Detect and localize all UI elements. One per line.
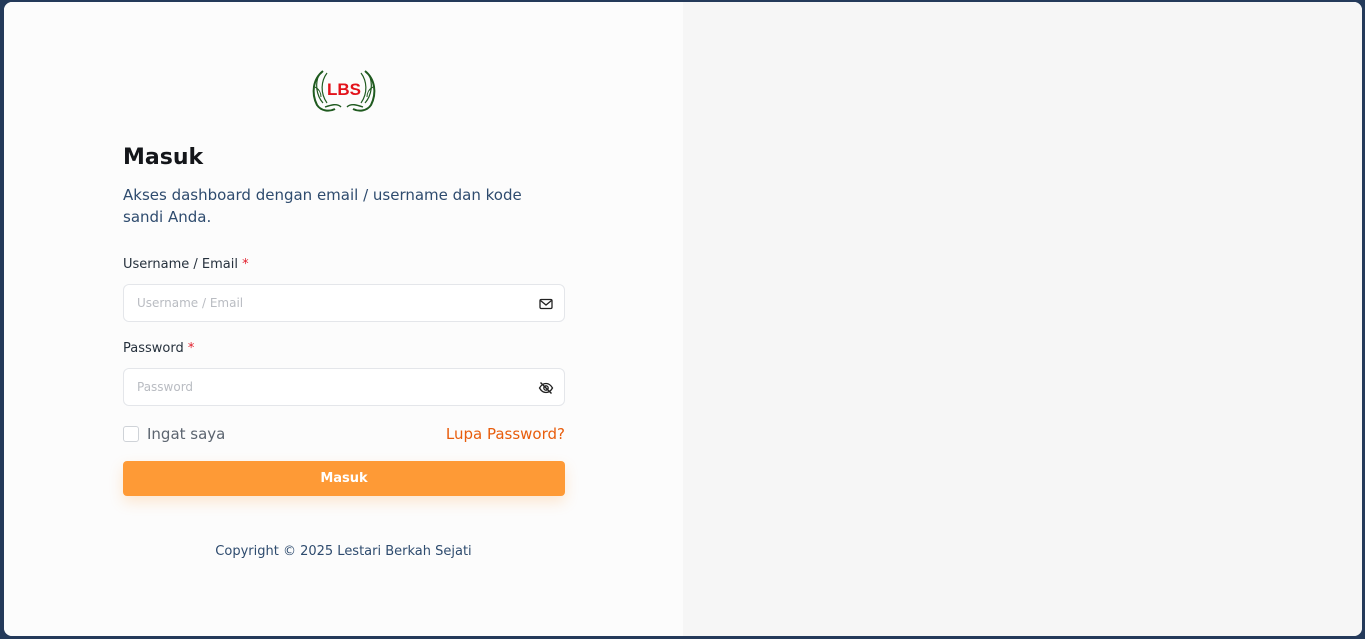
required-mark: *	[242, 257, 249, 272]
page-title: Masuk	[123, 145, 204, 170]
mail-icon	[539, 298, 553, 310]
illustration-panel	[683, 2, 1362, 636]
required-mark: *	[187, 341, 195, 356]
page-subtitle: Akses dashboard dengan email / username …	[123, 186, 522, 226]
svg-text:LBS: LBS	[327, 80, 361, 99]
username-input[interactable]	[124, 285, 564, 321]
forgot-password-link[interactable]: Lupa Password?	[446, 425, 565, 443]
password-label: Password *	[123, 340, 565, 358]
remember-me[interactable]: Ingat saya	[123, 425, 225, 443]
login-button[interactable]: Masuk	[123, 461, 565, 496]
login-window: LBS Masuk Akses dashboard dengan email /…	[4, 2, 1362, 636]
copyright-text: Copyright © 2025 Lestari Berkah Sejati	[215, 544, 472, 559]
login-options-row: Ingat saya Lupa Password?	[123, 424, 565, 444]
username-label-text: Username / Email	[123, 257, 238, 272]
login-form: Masuk Akses dashboard dengan email / use…	[123, 144, 565, 496]
remember-label: Ingat saya	[147, 425, 226, 443]
eye-off-icon[interactable]	[538, 380, 554, 396]
password-input[interactable]	[124, 369, 564, 405]
username-field-wrapper	[123, 284, 565, 322]
remember-checkbox[interactable]	[123, 426, 139, 442]
company-logo: LBS	[312, 70, 376, 112]
username-label: Username / Email *	[123, 256, 565, 274]
login-panel: LBS Masuk Akses dashboard dengan email /…	[4, 2, 683, 636]
password-label-text: Password	[123, 341, 184, 356]
password-field-wrapper	[123, 368, 565, 406]
